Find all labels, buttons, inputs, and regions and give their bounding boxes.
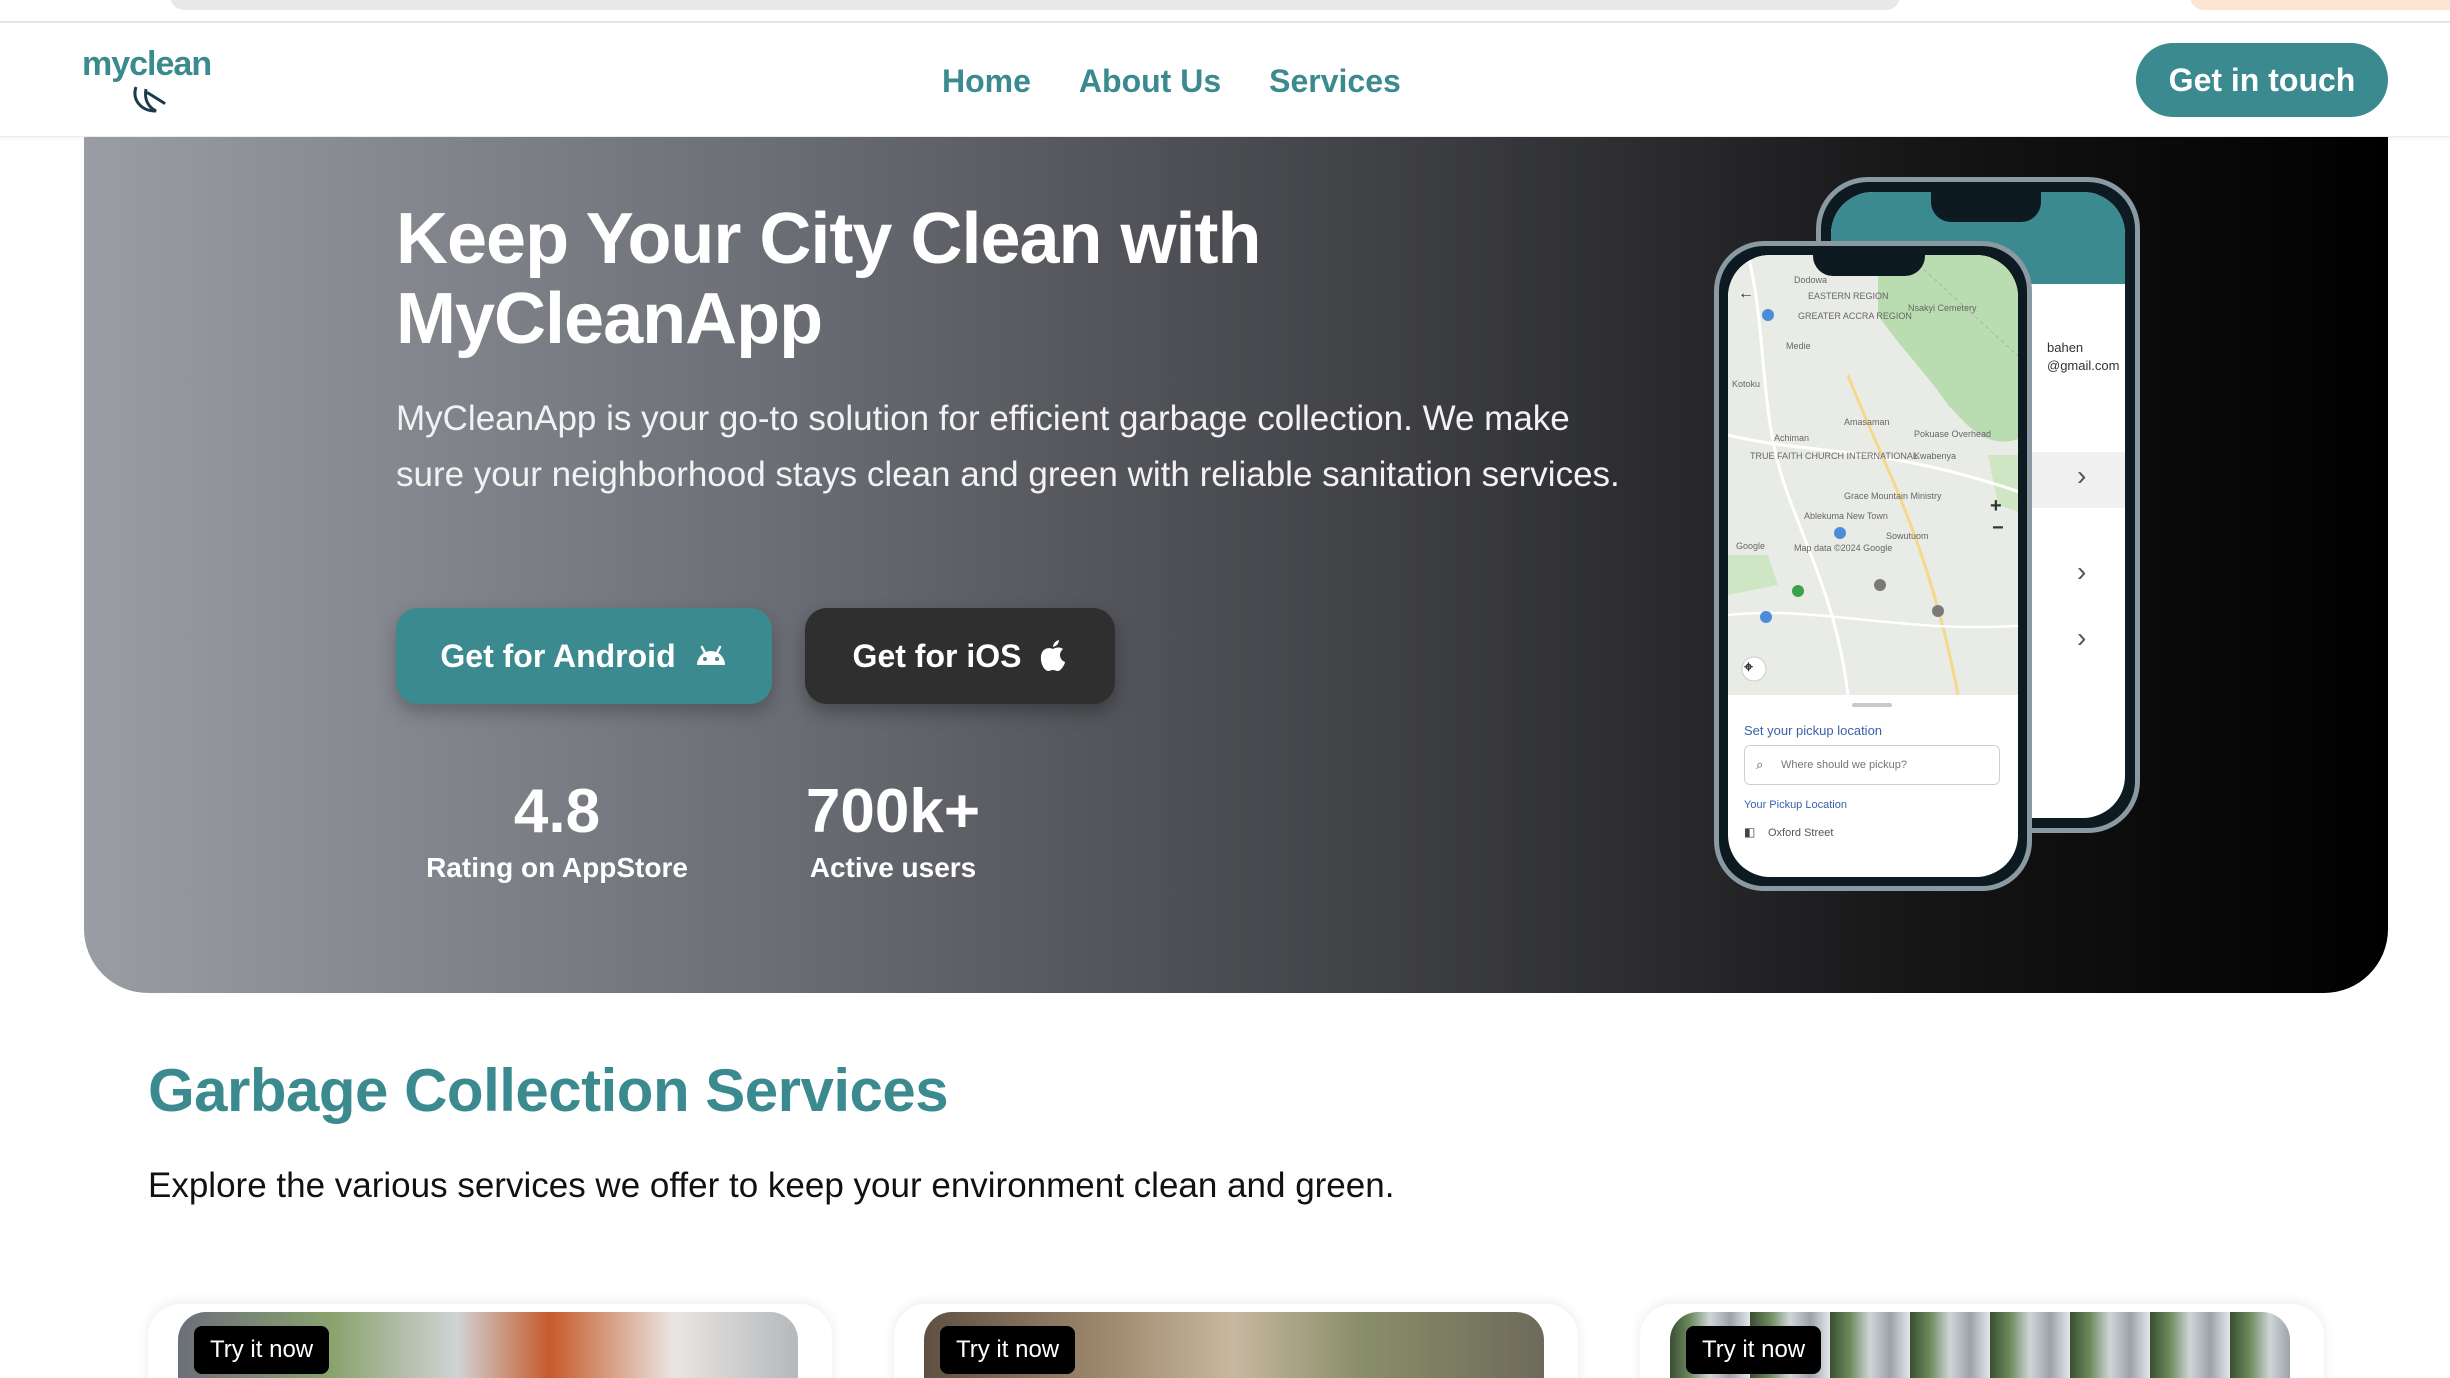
browser-accent — [2190, 0, 2450, 10]
phone-back-notch — [1931, 192, 2041, 222]
phone-front-screen: Dodowa EASTERN REGION GREATER ACCRA REGI… — [1728, 255, 2018, 877]
try-it-now-badge[interactable]: Try it now — [1686, 1326, 1822, 1374]
broom-icon — [133, 86, 166, 113]
location-value[interactable]: Oxford Street — [1768, 827, 1833, 839]
map-label: EASTERN REGION — [1808, 291, 1889, 301]
pickup-title: Set your pickup location — [1744, 723, 1883, 738]
service-card-image: Try it now — [924, 1312, 1544, 1378]
map-label: TRUE FAITH CHURCH INTERNATIONAL — [1750, 451, 1918, 461]
services-title: Garbage Collection Services — [148, 1057, 949, 1124]
map-label: Kwabenya — [1914, 451, 1957, 461]
map-label: Ablekuma New Town — [1804, 511, 1888, 521]
chevron-right-icon: › — [2077, 622, 2087, 653]
android-button-label: Get for Android — [440, 637, 676, 674]
stat-rating: 4.8 Rating on AppStore — [422, 777, 692, 887]
map-label: Medie — [1786, 341, 1811, 351]
phone-back-email: @gmail.com — [2047, 358, 2120, 373]
service-card[interactable]: Try it now — [148, 1304, 832, 1378]
try-it-now-badge[interactable]: Try it now — [940, 1326, 1076, 1374]
get-android-button[interactable]: Get for Android — [396, 608, 772, 704]
nav-home[interactable]: Home — [942, 63, 1031, 100]
map-label: GREATER ACCRA REGION — [1798, 311, 1912, 321]
phone-front-notch — [1813, 246, 1925, 276]
location-pin-icon: ◧ — [1744, 825, 1756, 839]
locate-me-icon[interactable]: ⌖ — [1744, 659, 1753, 677]
map-label: Pokuase Overhead — [1914, 429, 1992, 439]
bottom-sheet-handle[interactable] — [1852, 703, 1892, 707]
map-label: Grace Mountain Ministry — [1844, 491, 1942, 501]
ios-button-label: Get for iOS — [852, 637, 1022, 674]
services-subtitle: Explore the various services we offer to… — [148, 1166, 1395, 1205]
get-ios-button[interactable]: Get for iOS — [805, 608, 1115, 704]
back-arrow-icon[interactable]: ← — [1738, 285, 1754, 303]
stat-users-value: 700k+ — [805, 777, 981, 846]
map-graphic — [1728, 255, 2018, 695]
service-card[interactable]: Try it now — [1640, 1304, 2324, 1378]
stat-rating-value: 4.8 — [513, 777, 601, 846]
nav-about-us[interactable]: About Us — [1079, 63, 1221, 100]
browser-top-strip — [0, 0, 2450, 23]
android-icon — [696, 645, 725, 665]
phone-mockup-front: Dodowa EASTERN REGION GREATER ACCRA REGI… — [1714, 241, 2032, 891]
map-label: Amasaman — [1844, 417, 1890, 427]
hero-subtitle: MyCleanApp is your go-to solution for ef… — [396, 399, 1620, 494]
map-label: Dodowa — [1794, 275, 1828, 285]
address-bar[interactable] — [170, 0, 1900, 10]
main-nav: Home About Us Services — [942, 63, 1401, 100]
map-label: Google — [1736, 541, 1766, 551]
map-label: Sowutuom — [1886, 531, 1929, 541]
hero-title: Keep Your City Clean with MyCleanApp — [396, 199, 1262, 359]
logo-text: myclean — [82, 45, 212, 83]
your-location-label: Your Pickup Location — [1744, 799, 1847, 811]
map-zoom-out-icon[interactable]: − — [1992, 517, 2004, 540]
map-zoom-in-icon[interactable]: + — [1990, 495, 2002, 518]
stat-users-label: Active users — [809, 852, 977, 883]
map-label: Kotoku — [1732, 379, 1761, 389]
map-label: Achiman — [1774, 433, 1810, 443]
chevron-right-icon: › — [2077, 556, 2087, 587]
service-card-image: Try it now — [178, 1312, 798, 1378]
nav-services[interactable]: Services — [1269, 63, 1401, 100]
navbar: myclean Home About Us Services Get in to… — [0, 23, 2450, 137]
chevron-right-icon: › — [2077, 460, 2087, 491]
apple-icon — [1041, 640, 1066, 671]
logo[interactable]: myclean — [82, 45, 212, 117]
hero-section: Keep Your City Clean with MyCleanApp MyC… — [84, 137, 2388, 993]
search-icon: ⌕ — [1756, 757, 1764, 772]
get-in-touch-button[interactable]: Get in touch — [2136, 43, 2388, 117]
stat-rating-label: Rating on AppStore — [426, 852, 688, 883]
service-card[interactable]: Try it now — [894, 1304, 1578, 1378]
try-it-now-badge[interactable]: Try it now — [194, 1326, 330, 1374]
service-card-image: Try it now — [1670, 1312, 2290, 1378]
pickup-search-input[interactable] — [1744, 745, 2000, 785]
map-label: Nsakyi Cemetery — [1908, 303, 1977, 313]
stat-users: 700k+ Active users — [768, 777, 1018, 887]
phone-back-name: bahen — [2047, 340, 2084, 355]
map-label: Map data ©2024 Google — [1794, 543, 1893, 553]
map-view: Dodowa EASTERN REGION GREATER ACCRA REGI… — [1728, 255, 2018, 695]
